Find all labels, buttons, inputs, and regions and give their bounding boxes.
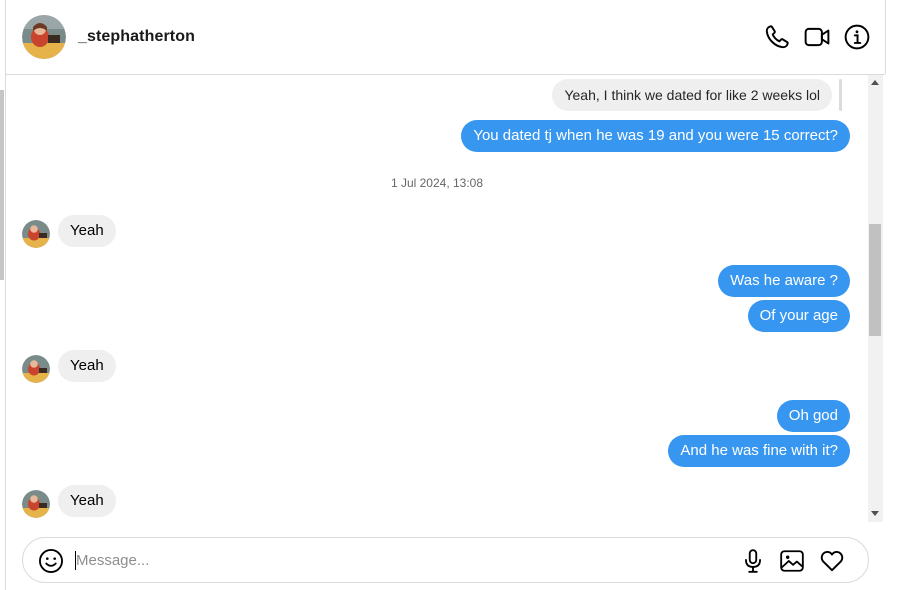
left-scrollbar-thumb[interactable] xyxy=(0,90,4,280)
right-panel-edge xyxy=(885,0,897,74)
thread-scrollbar[interactable] xyxy=(868,75,883,522)
message-bubble-outgoing[interactable]: Oh god xyxy=(776,400,850,432)
message-composer xyxy=(22,537,869,583)
sender-avatar[interactable] xyxy=(22,490,50,518)
phone-icon[interactable] xyxy=(764,24,790,50)
info-icon[interactable] xyxy=(844,24,870,50)
microphone-icon[interactable] xyxy=(740,548,766,574)
message-bubble-outgoing[interactable]: You dated tj when he was 19 and you were… xyxy=(461,120,850,152)
scroll-up-icon[interactable] xyxy=(871,80,879,85)
heart-icon[interactable] xyxy=(819,548,845,574)
sender-avatar[interactable] xyxy=(22,220,50,248)
conversation-username[interactable]: _stephatherton xyxy=(78,28,195,46)
message-bubble-outgoing[interactable]: Of your age xyxy=(747,300,850,332)
emoji-icon[interactable] xyxy=(38,548,64,574)
reply-preview-bubble[interactable]: Yeah, I think we dated for like 2 weeks … xyxy=(552,79,832,111)
scrollbar-thumb[interactable] xyxy=(869,224,881,336)
message-bubble-incoming[interactable]: Yeah xyxy=(58,350,116,382)
sender-avatar[interactable] xyxy=(22,355,50,383)
message-bubble-outgoing[interactable]: Was he aware ? xyxy=(718,265,850,297)
video-camera-icon[interactable] xyxy=(804,24,830,50)
message-thread[interactable]: Yeah, I think we dated for like 2 weeks … xyxy=(6,75,868,522)
image-icon[interactable] xyxy=(779,548,805,574)
dm-window: _stephatherton Yeah, I think we dated fo… xyxy=(0,0,897,590)
reply-indicator xyxy=(839,79,842,111)
message-bubble-outgoing[interactable]: And he was fine with it? xyxy=(668,435,850,467)
avatar[interactable] xyxy=(22,15,66,59)
conversation-header: _stephatherton xyxy=(6,0,885,75)
message-bubble-incoming[interactable]: Yeah xyxy=(58,485,116,517)
message-input[interactable] xyxy=(76,546,676,574)
message-bubble-incoming[interactable]: Yeah xyxy=(58,215,116,247)
message-timestamp: 1 Jul 2024, 13:08 xyxy=(390,176,484,190)
scroll-down-icon[interactable] xyxy=(871,511,879,516)
